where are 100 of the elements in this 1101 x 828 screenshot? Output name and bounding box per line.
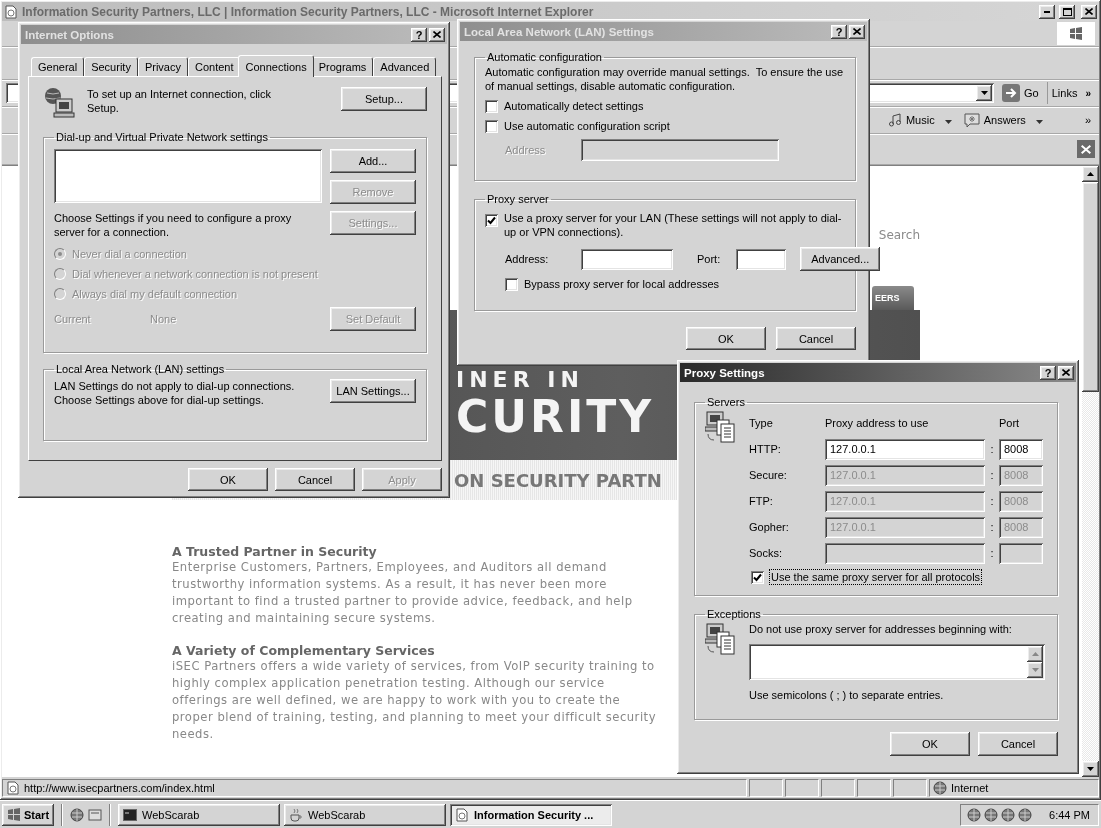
separator-text: :: [989, 495, 995, 507]
dialog-button[interactable]: OK: [686, 327, 766, 350]
checkbox[interactable]: [751, 570, 764, 584]
group-label: Local Area Network (LAN) settings: [55, 363, 226, 375]
field-label: Port:: [697, 252, 721, 266]
separator-text: :: [989, 521, 995, 533]
help-button[interactable]: ?: [411, 27, 427, 42]
close-button[interactable]: [849, 24, 865, 39]
zone-indicator: Internet: [929, 779, 1099, 797]
radio-label: Dial whenever a network connection is not present: [72, 267, 318, 281]
down-arrow-icon: [1031, 668, 1039, 672]
check-mark-icon: [487, 216, 496, 225]
checkbox-label: Use the same proxy server for all protocols: [770, 570, 982, 584]
scroll-down-button[interactable]: [1082, 761, 1099, 777]
close-button[interactable]: [429, 27, 445, 42]
dropdown-button[interactable]: [976, 85, 993, 101]
more-button[interactable]: »: [1080, 109, 1095, 131]
scroll-down-button[interactable]: [1027, 662, 1043, 678]
field-label: Address:: [505, 252, 550, 266]
checkbox[interactable]: [485, 119, 498, 133]
go-button[interactable]: Go: [998, 82, 1043, 104]
tab[interactable]: Connections: [238, 55, 314, 77]
taskbar-button[interactable]: Information Security ...: [450, 803, 613, 826]
page-icon: [455, 807, 470, 822]
caret-icon: [944, 120, 952, 124]
column-header: Proxy address to use: [825, 416, 930, 430]
tab[interactable]: General: [31, 57, 85, 76]
close-icon: [853, 28, 861, 35]
maximize-icon: [1062, 7, 1072, 16]
lan-info-text: LAN Settings do not apply to dial-up connections. Choose Settings above for dial-up settings.: [54, 379, 296, 407]
checkbox[interactable]: [485, 99, 498, 113]
exceptions-field[interactable]: [749, 644, 1045, 680]
clock: 6:44 PM: [1049, 808, 1090, 821]
field-value: None: [150, 312, 177, 326]
start-button[interactable]: Start: [2, 803, 55, 826]
checkbox[interactable]: [485, 214, 498, 227]
banner-text: CURITY: [456, 392, 655, 442]
checkbox-label: Use a proxy server for your LAN (These settings will not apply to dial-up or VPN connections).: [504, 211, 843, 239]
status-pane: [821, 779, 855, 797]
status-url: http://www.isecpartners.com/index.html: [2, 779, 747, 797]
up-arrow-icon: [1087, 172, 1094, 176]
dialog-button[interactable]: Cancel: [978, 732, 1058, 756]
close-button[interactable]: [1058, 365, 1074, 380]
port-field[interactable]: 8008: [999, 438, 1043, 460]
field-label: Current: [54, 312, 92, 326]
info-text: Do not use proxy server for addresses beginning with:: [749, 622, 1013, 636]
close-icon: [1081, 144, 1091, 154]
toolbar-button[interactable]: Music: [883, 109, 956, 131]
advanced-button[interactable]: Advanced...: [800, 247, 881, 271]
tab[interactable]: Content: [187, 57, 241, 76]
port-field[interactable]: [999, 542, 1043, 564]
info-text: Automatic configuration may override manual settings. To ensure the use of manual settings, disable automatic configuration.: [485, 65, 845, 93]
dialog-button[interactable]: Cancel: [776, 327, 856, 350]
scroll-up-button[interactable]: [1027, 646, 1043, 662]
computer-document-icon: [705, 622, 737, 658]
tab[interactable]: Programs: [311, 57, 374, 76]
maximize-button[interactable]: [1059, 4, 1075, 19]
minimize-button[interactable]: [1039, 4, 1055, 19]
taskbar-button[interactable]: WebScarab: [118, 803, 281, 826]
toolbar-button[interactable]: Answers: [959, 109, 1047, 131]
proxy-address-field[interactable]: 127.0.0.1: [825, 438, 985, 460]
group-label: Servers: [706, 396, 746, 408]
lan-settings-button[interactable]: LAN Settings...: [330, 379, 416, 403]
links-button[interactable]: Links »: [1046, 82, 1095, 104]
dialog-button[interactable]: OK: [188, 468, 268, 491]
group-label: Automatic configuration: [486, 51, 603, 63]
dialog-button[interactable]: OK: [890, 732, 970, 756]
protocol-label: HTTP:: [749, 442, 782, 456]
minimize-icon: [1044, 10, 1050, 13]
help-button[interactable]: ?: [831, 24, 847, 39]
tab[interactable]: Privacy: [137, 57, 188, 76]
windows-flag-icon: [7, 808, 21, 821]
connection-list[interactable]: [54, 149, 322, 203]
group-label: Exceptions: [706, 608, 762, 620]
check-mark-icon: [753, 572, 762, 582]
close-button[interactable]: [1081, 4, 1097, 19]
desktop-icon: [88, 807, 103, 822]
nav-tab[interactable]: EERS: [872, 286, 914, 310]
checkbox[interactable]: [505, 277, 518, 291]
port-field[interactable]: [736, 248, 787, 270]
tab[interactable]: Advanced: [373, 57, 437, 76]
scroll-up-button[interactable]: [1082, 166, 1099, 182]
dialog-button[interactable]: Cancel: [275, 468, 355, 491]
protocol-label: Gopher:: [749, 520, 790, 534]
action-button[interactable]: Add...: [330, 149, 416, 173]
setup-button[interactable]: Setup...: [341, 87, 427, 111]
page-icon: [4, 4, 18, 19]
speech-bubble-icon: [963, 112, 980, 128]
window-title: Information Security Partners, LLC | Information Security Partners, LLC - Microsoft Internet Explorer: [22, 4, 594, 19]
help-button[interactable]: ?: [1040, 365, 1056, 380]
tab[interactable]: Security: [84, 57, 138, 76]
proxy-address-field[interactable]: [581, 248, 673, 270]
taskbar-button[interactable]: WebScarab: [284, 803, 447, 826]
windows-flag-icon: [1069, 27, 1083, 40]
section-text: iSEC Partners offers a wide variety of services, from VoIP security training to highly complex application penetration testing. Although our service offerings are well defined, we are happy to work with you to create the proper blend of training, testing, and planning to meet your difficult security needs.: [172, 658, 657, 743]
scroll-thumb[interactable]: [1082, 182, 1099, 392]
music-note-icon: [887, 113, 902, 127]
down-arrow-icon: [1087, 767, 1094, 771]
separator-text: :: [989, 443, 995, 455]
column-header: Type: [749, 416, 774, 430]
